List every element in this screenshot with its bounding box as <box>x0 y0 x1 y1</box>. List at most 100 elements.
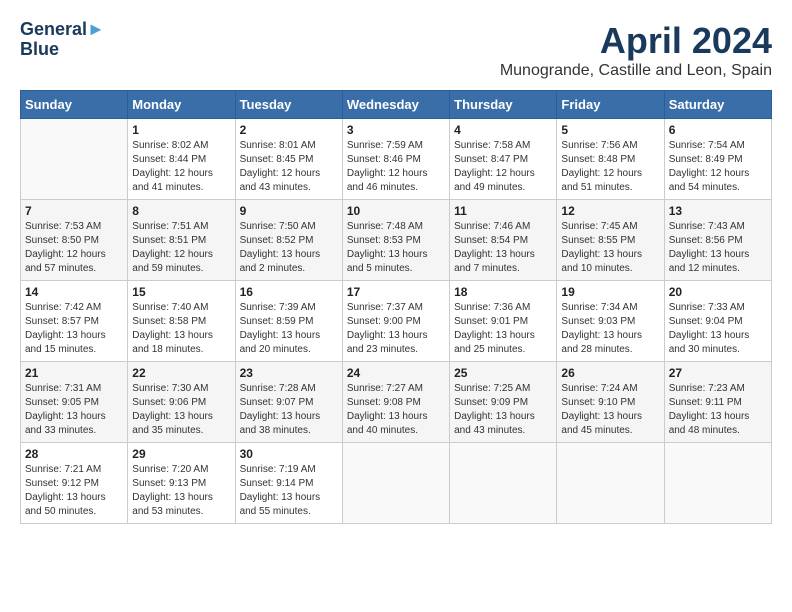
day-info: Sunrise: 7:34 AMSunset: 9:03 PMDaylight:… <box>561 301 659 357</box>
day-info: Sunrise: 7:25 AMSunset: 9:09 PMDaylight:… <box>454 382 552 438</box>
day-info: Sunrise: 7:37 AMSunset: 9:00 PMDaylight:… <box>347 301 445 357</box>
calendar-cell: 10 Sunrise: 7:48 AMSunset: 8:53 PMDayligh… <box>342 200 449 281</box>
day-number: 16 <box>240 285 338 299</box>
calendar-cell: 6 Sunrise: 7:54 AMSunset: 8:49 PMDaylight… <box>664 119 771 200</box>
day-info: Sunrise: 7:27 AMSunset: 9:08 PMDaylight:… <box>347 382 445 438</box>
day-info: Sunrise: 7:45 AMSunset: 8:55 PMDaylight:… <box>561 220 659 276</box>
calendar-cell: 23 Sunrise: 7:28 AMSunset: 9:07 PMDayligh… <box>235 362 342 443</box>
day-info: Sunrise: 7:24 AMSunset: 9:10 PMDaylight:… <box>561 382 659 438</box>
header-day: Sunday <box>21 91 128 119</box>
calendar-cell: 24 Sunrise: 7:27 AMSunset: 9:08 PMDayligh… <box>342 362 449 443</box>
title-block: April 2024 Munogrande, Castille and Leon… <box>500 20 772 80</box>
day-info: Sunrise: 7:50 AMSunset: 8:52 PMDaylight:… <box>240 220 338 276</box>
day-info: Sunrise: 7:53 AMSunset: 8:50 PMDaylight:… <box>25 220 123 276</box>
day-info: Sunrise: 7:46 AMSunset: 8:54 PMDaylight:… <box>454 220 552 276</box>
calendar-cell: 22 Sunrise: 7:30 AMSunset: 9:06 PMDayligh… <box>128 362 235 443</box>
day-info: Sunrise: 7:51 AMSunset: 8:51 PMDaylight:… <box>132 220 230 276</box>
header-day: Wednesday <box>342 91 449 119</box>
day-number: 19 <box>561 285 659 299</box>
calendar-cell: 19 Sunrise: 7:34 AMSunset: 9:03 PMDayligh… <box>557 281 664 362</box>
day-number: 6 <box>669 123 767 137</box>
day-number: 8 <box>132 204 230 218</box>
day-number: 12 <box>561 204 659 218</box>
day-info: Sunrise: 7:48 AMSunset: 8:53 PMDaylight:… <box>347 220 445 276</box>
calendar-cell <box>450 443 557 524</box>
calendar-body: 1Sunrise: 8:02 AMSunset: 8:44 PMDaylight… <box>21 119 772 524</box>
day-number: 10 <box>347 204 445 218</box>
day-info: Sunrise: 7:30 AMSunset: 9:06 PMDaylight:… <box>132 382 230 438</box>
calendar-cell <box>21 119 128 200</box>
day-number: 26 <box>561 366 659 380</box>
day-number: 4 <box>454 123 552 137</box>
calendar-cell: 14 Sunrise: 7:42 AMSunset: 8:57 PMDayligh… <box>21 281 128 362</box>
calendar-cell: 13 Sunrise: 7:43 AMSunset: 8:56 PMDayligh… <box>664 200 771 281</box>
day-info: Sunrise: 7:21 AMSunset: 9:12 PMDaylight:… <box>25 463 123 519</box>
calendar-week-row: 14 Sunrise: 7:42 AMSunset: 8:57 PMDayligh… <box>21 281 772 362</box>
day-number: 11 <box>454 204 552 218</box>
day-number: 17 <box>347 285 445 299</box>
day-info: Sunrise: 7:56 AMSunset: 8:48 PMDaylight:… <box>561 139 659 195</box>
calendar-header-row: SundayMondayTuesdayWednesdayThursdayFrid… <box>21 91 772 119</box>
calendar-cell: 15 Sunrise: 7:40 AMSunset: 8:58 PMDayligh… <box>128 281 235 362</box>
day-number: 13 <box>669 204 767 218</box>
month-title: April 2024 <box>500 20 772 62</box>
calendar-table: SundayMondayTuesdayWednesdayThursdayFrid… <box>20 90 772 524</box>
calendar-cell: 28 Sunrise: 7:21 AMSunset: 9:12 PMDayligh… <box>21 443 128 524</box>
day-number: 24 <box>347 366 445 380</box>
day-number: 9 <box>240 204 338 218</box>
day-number: 21 <box>25 366 123 380</box>
day-info: Sunrise: 7:33 AMSunset: 9:04 PMDaylight:… <box>669 301 767 357</box>
calendar-cell: 5 Sunrise: 7:56 AMSunset: 8:48 PMDaylight… <box>557 119 664 200</box>
header-day: Tuesday <box>235 91 342 119</box>
day-number: 2 <box>240 123 338 137</box>
location-title: Munogrande, Castille and Leon, Spain <box>500 62 772 80</box>
day-info: Sunrise: 8:01 AMSunset: 8:45 PMDaylight:… <box>240 139 338 195</box>
calendar-cell: 16 Sunrise: 7:39 AMSunset: 8:59 PMDayligh… <box>235 281 342 362</box>
day-info: Sunrise: 7:59 AMSunset: 8:46 PMDaylight:… <box>347 139 445 195</box>
day-number: 3 <box>347 123 445 137</box>
calendar-cell: 8 Sunrise: 7:51 AMSunset: 8:51 PMDaylight… <box>128 200 235 281</box>
day-info: Sunrise: 7:39 AMSunset: 8:59 PMDaylight:… <box>240 301 338 357</box>
day-info: Sunrise: 7:19 AMSunset: 9:14 PMDaylight:… <box>240 463 338 519</box>
day-info: Sunrise: 7:23 AMSunset: 9:11 PMDaylight:… <box>669 382 767 438</box>
calendar-cell: 12 Sunrise: 7:45 AMSunset: 8:55 PMDayligh… <box>557 200 664 281</box>
day-number: 30 <box>240 447 338 461</box>
header-day: Thursday <box>450 91 557 119</box>
day-info: Sunrise: 7:43 AMSunset: 8:56 PMDaylight:… <box>669 220 767 276</box>
day-info: Sunrise: 7:28 AMSunset: 9:07 PMDaylight:… <box>240 382 338 438</box>
calendar-cell: 25Sunrise: 7:25 AMSunset: 9:09 PMDayligh… <box>450 362 557 443</box>
calendar-cell <box>557 443 664 524</box>
calendar-cell: 11 Sunrise: 7:46 AMSunset: 8:54 PMDayligh… <box>450 200 557 281</box>
calendar-cell: 26 Sunrise: 7:24 AMSunset: 9:10 PMDayligh… <box>557 362 664 443</box>
calendar-cell: 1Sunrise: 8:02 AMSunset: 8:44 PMDaylight… <box>128 119 235 200</box>
calendar-cell: 3 Sunrise: 7:59 AMSunset: 8:46 PMDaylight… <box>342 119 449 200</box>
day-info: Sunrise: 7:54 AMSunset: 8:49 PMDaylight:… <box>669 139 767 195</box>
day-info: Sunrise: 8:02 AMSunset: 8:44 PMDaylight:… <box>132 139 230 195</box>
day-info: Sunrise: 7:42 AMSunset: 8:57 PMDaylight:… <box>25 301 123 357</box>
day-info: Sunrise: 7:20 AMSunset: 9:13 PMDaylight:… <box>132 463 230 519</box>
day-number: 7 <box>25 204 123 218</box>
day-number: 14 <box>25 285 123 299</box>
calendar-cell: 18Sunrise: 7:36 AMSunset: 9:01 PMDayligh… <box>450 281 557 362</box>
calendar-cell: 7 Sunrise: 7:53 AMSunset: 8:50 PMDaylight… <box>21 200 128 281</box>
day-info: Sunrise: 7:31 AMSunset: 9:05 PMDaylight:… <box>25 382 123 438</box>
calendar-week-row: 7 Sunrise: 7:53 AMSunset: 8:50 PMDaylight… <box>21 200 772 281</box>
calendar-week-row: 28 Sunrise: 7:21 AMSunset: 9:12 PMDayligh… <box>21 443 772 524</box>
day-number: 28 <box>25 447 123 461</box>
calendar-cell: 4Sunrise: 7:58 AMSunset: 8:47 PMDaylight… <box>450 119 557 200</box>
day-info: Sunrise: 7:40 AMSunset: 8:58 PMDaylight:… <box>132 301 230 357</box>
logo-text: General►Blue <box>20 20 105 60</box>
calendar-cell: 30 Sunrise: 7:19 AMSunset: 9:14 PMDayligh… <box>235 443 342 524</box>
day-number: 27 <box>669 366 767 380</box>
calendar-cell: 29Sunrise: 7:20 AMSunset: 9:13 PMDayligh… <box>128 443 235 524</box>
calendar-week-row: 21 Sunrise: 7:31 AMSunset: 9:05 PMDayligh… <box>21 362 772 443</box>
day-number: 23 <box>240 366 338 380</box>
calendar-cell: 2 Sunrise: 8:01 AMSunset: 8:45 PMDaylight… <box>235 119 342 200</box>
day-number: 22 <box>132 366 230 380</box>
day-number: 20 <box>669 285 767 299</box>
day-number: 5 <box>561 123 659 137</box>
header-day: Saturday <box>664 91 771 119</box>
header-day: Friday <box>557 91 664 119</box>
day-number: 15 <box>132 285 230 299</box>
calendar-week-row: 1Sunrise: 8:02 AMSunset: 8:44 PMDaylight… <box>21 119 772 200</box>
